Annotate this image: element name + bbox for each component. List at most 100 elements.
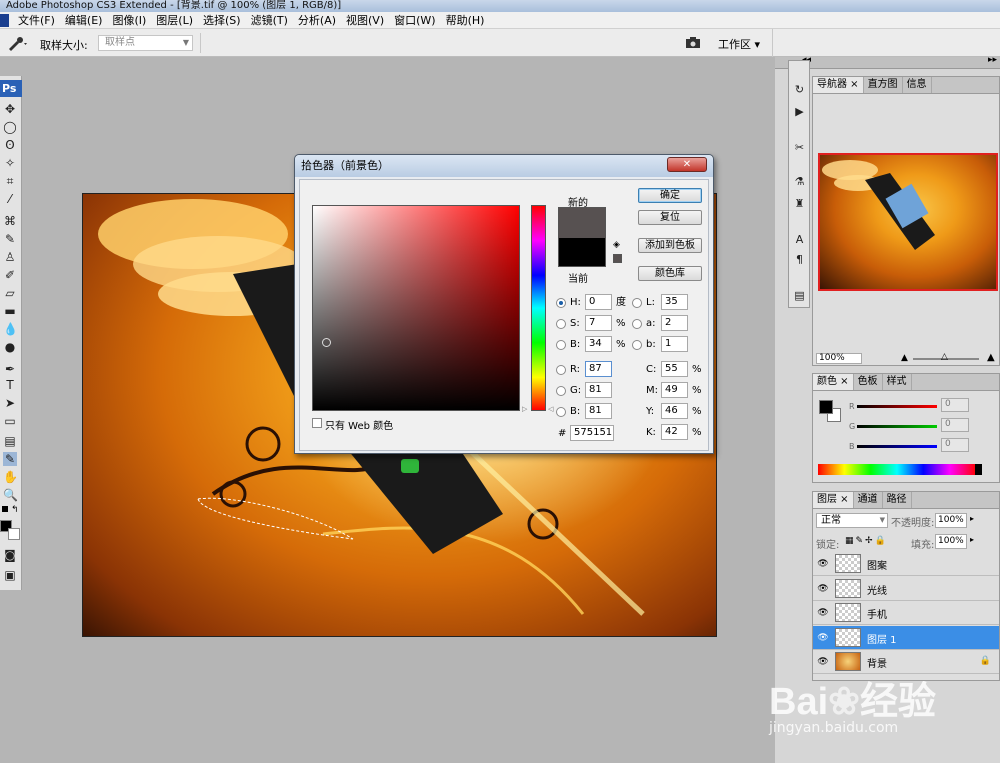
lab-b-radio[interactable] [632,340,642,350]
menu-item[interactable]: 窗口(W) [389,13,440,28]
magic-wand-tool-icon[interactable]: ✧ [3,156,17,170]
paragraph-panel-icon[interactable]: ¶ [791,251,808,268]
menu-item[interactable]: 选择(S) [198,13,246,28]
a-field[interactable]: 2 [661,315,688,331]
workspace-menu[interactable]: 工作区 ▾ [718,36,760,52]
layer-row[interactable]: 👁 图层 1 [813,625,999,650]
foreground-swatch[interactable] [819,400,833,414]
expand-icon[interactable]: ▸▸ [988,55,997,65]
notes-tool-icon[interactable]: ▤ [3,434,17,448]
history-panel-icon[interactable]: ↻ [791,81,808,98]
saturation-brightness-field[interactable] [312,205,520,411]
tab-color[interactable]: 颜色 × [813,374,854,390]
add-to-swatches-button[interactable]: 添加到色板 [638,238,702,253]
tab-channels[interactable]: 通道 [854,492,883,508]
hex-field[interactable]: 575151 [570,425,614,441]
opacity-arrow-icon[interactable]: ▸ [970,514,974,523]
actions-panel-icon[interactable]: ▶ [791,103,808,120]
type-tool-icon[interactable]: T [3,378,17,392]
s-radio[interactable] [556,319,566,329]
current-color-swatch[interactable] [558,238,606,267]
menu-item[interactable]: 帮助(H) [441,13,490,28]
marquee-tool-icon[interactable]: ◯ [3,120,17,134]
character-panel-icon[interactable]: A [791,231,808,248]
h-field[interactable]: 0 [585,294,612,310]
b-radio[interactable] [556,340,566,350]
k-field[interactable]: 42 [661,424,688,440]
menu-item[interactable]: 编辑(E) [60,13,108,28]
eye-icon[interactable]: 👁 [817,656,829,668]
tab-styles[interactable]: 样式 [883,374,912,390]
menu-item[interactable]: 文件(F) [13,13,60,28]
tab-navigator[interactable]: 导航器 × [813,77,864,93]
brushes-panel-icon[interactable]: ⚗ [791,173,808,190]
web-safe-cube-icon[interactable]: ◈ [613,240,620,250]
close-button[interactable]: ✕ [667,157,707,172]
lasso-tool-icon[interactable]: ʘ [3,138,17,152]
red-field[interactable]: 0 [941,398,969,412]
brush-tool-icon[interactable]: ✎ [3,232,17,246]
background-color-swatch[interactable] [8,528,20,540]
workspace-icon[interactable] [684,35,706,51]
eye-icon[interactable]: 👁 [817,632,829,644]
zoom-out-icon[interactable]: ▲ [901,353,908,363]
blue-field[interactable]: 0 [941,438,969,452]
fill-arrow-icon[interactable]: ▸ [970,535,974,544]
tab-layers[interactable]: 图层 × [813,492,854,508]
dodge-tool-icon[interactable]: ● [3,340,17,354]
screen-mode-icon[interactable]: ▣ [3,568,17,582]
c-field[interactable]: 55 [661,361,688,377]
color-libraries-button[interactable]: 颜色库 [638,266,702,281]
hue-slider-right-handle[interactable]: ◁ [548,405,553,413]
quick-mask-icon[interactable]: ◙ [3,548,17,562]
healing-tool-icon[interactable]: ⌘ [3,214,17,228]
menu-item[interactable]: 图层(L) [151,13,198,28]
l-radio[interactable] [632,298,642,308]
red-slider[interactable] [857,405,937,408]
menu-item[interactable]: 滤镜(T) [246,13,293,28]
pen-tool-icon[interactable]: ✒ [3,362,17,376]
zoom-tool-icon[interactable]: 🔍 [3,488,18,502]
h-radio[interactable] [556,298,566,308]
eye-icon[interactable]: 👁 [817,558,829,570]
eye-icon[interactable]: 👁 [817,583,829,595]
g-field[interactable]: 81 [585,382,612,398]
tab-swatches[interactable]: 色板 [854,374,883,390]
hue-slider[interactable] [531,205,546,411]
g-radio[interactable] [556,386,566,396]
blend-mode-select[interactable]: 正常 ▼ [816,513,888,528]
layer-comps-icon[interactable]: ▤ [791,287,808,304]
m-field[interactable]: 49 [661,382,688,398]
path-select-tool-icon[interactable]: ➤ [3,396,17,410]
y-field[interactable]: 46 [661,403,688,419]
zoom-in-icon[interactable]: ▲ [987,352,995,363]
reset-button[interactable]: 复位 [638,210,702,225]
swap-colors-icon[interactable]: ↰ [11,505,19,515]
layer-row[interactable]: 👁 图案 [813,552,999,576]
blue-slider[interactable] [857,445,937,448]
green-slider[interactable] [857,425,937,428]
hue-slider-left-handle[interactable]: ▷ [522,405,527,413]
opacity-field[interactable]: 100% [935,513,967,528]
crop-tool-icon[interactable]: ⌗ [3,174,17,188]
hand-tool-icon[interactable]: ✋ [3,470,18,484]
r-radio[interactable] [556,365,566,375]
color-picker-cursor[interactable] [322,338,331,347]
tab-paths[interactable]: 路径 [883,492,912,508]
color-spectrum-bar[interactable] [818,464,976,475]
shape-tool-icon[interactable]: ▭ [3,414,17,428]
a-radio[interactable] [632,319,642,329]
default-colors-icon[interactable] [2,506,8,512]
clone-source-icon[interactable]: ♜ [791,195,808,212]
gradient-tool-icon[interactable]: ▬ [3,304,17,318]
sample-size-select[interactable]: 取样点 ▼ [98,35,193,51]
eyedropper-tool-icon[interactable] [5,34,29,52]
r-field[interactable]: 87 [585,361,612,377]
slice-tool-icon[interactable]: ⁄ [3,192,17,206]
navigator-thumbnail[interactable] [818,153,998,291]
web-only-checkbox[interactable] [312,418,322,428]
tool-presets-icon[interactable]: ✂ [791,139,808,156]
layer-row[interactable]: 👁 光线 [813,576,999,601]
layer-row[interactable]: 👁 手机 [813,601,999,625]
stamp-tool-icon[interactable]: ♙ [3,250,17,264]
